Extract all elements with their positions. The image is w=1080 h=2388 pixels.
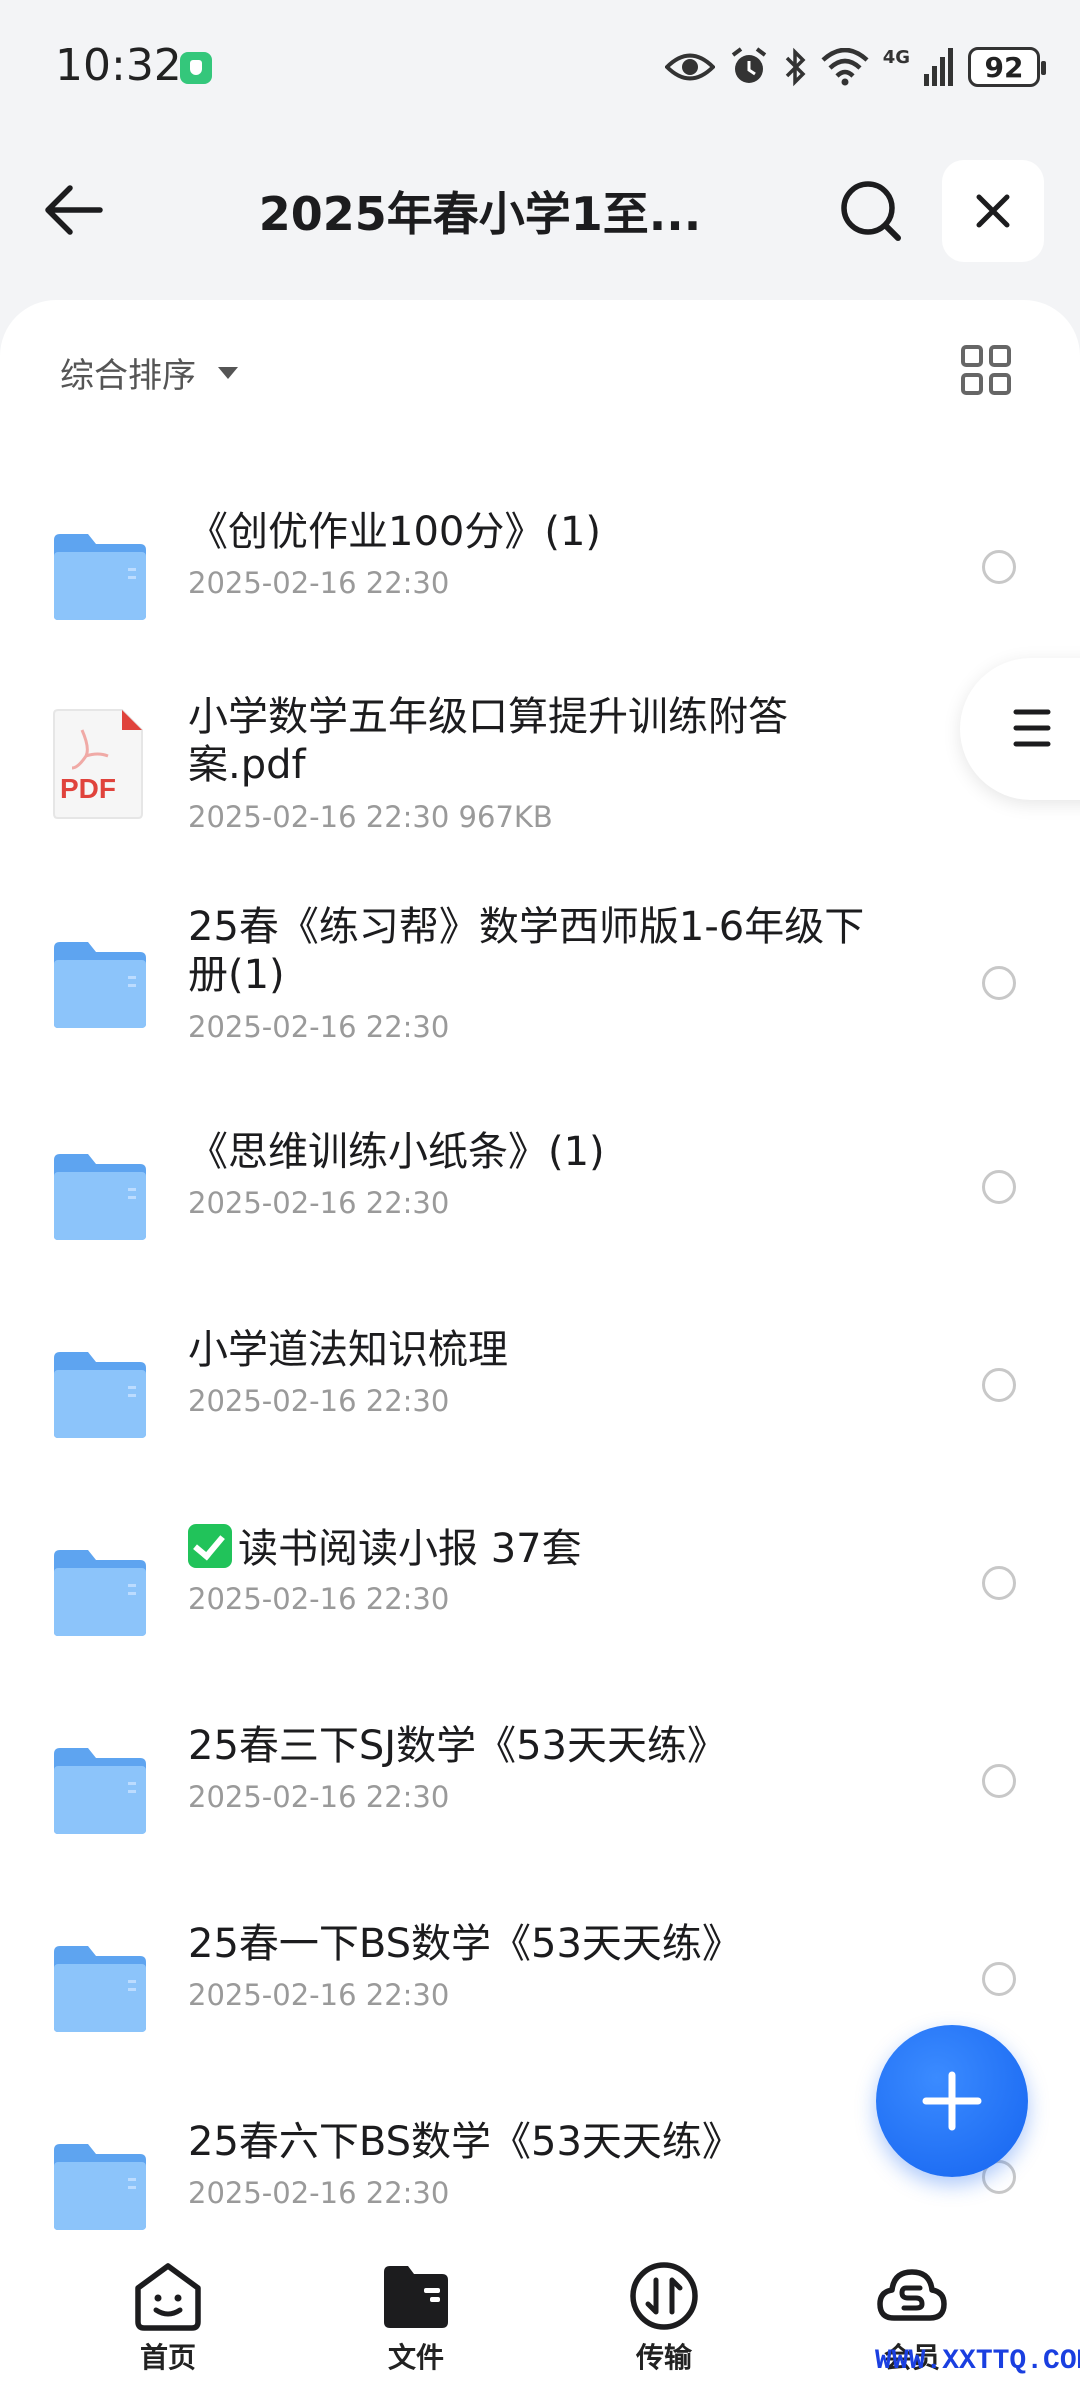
grid-view-button[interactable] xyxy=(960,344,1012,396)
close-icon xyxy=(976,194,1010,228)
close-button[interactable] xyxy=(942,160,1044,262)
eye-icon xyxy=(664,53,715,81)
search-icon xyxy=(841,181,901,241)
file-name: 《创优作业100分》(1) xyxy=(188,509,602,555)
header: 2025年春小学1至... xyxy=(0,150,1080,270)
list-item[interactable]: 小学道法知识梳理 2025-02-16 22:30 xyxy=(0,1326,1080,1466)
back-button[interactable] xyxy=(40,180,120,240)
folder-icon xyxy=(54,1946,146,2032)
file-name: 《思维训练小纸条》(1) xyxy=(188,1129,605,1175)
nav-label: 文件 xyxy=(387,2341,444,2374)
folder-icon xyxy=(54,1154,146,1240)
file-meta: 2025-02-16 22:30 xyxy=(188,1384,450,1418)
file-name: 读书阅读小报 37套 xyxy=(238,1526,582,1572)
list-item[interactable]: PDF 小学数学五年级口算提升训练附答案.pdf 2025-02-16 22:3… xyxy=(0,694,1080,848)
search-button[interactable] xyxy=(838,178,904,244)
file-meta: 2025-02-16 22:30 xyxy=(188,2176,450,2210)
folder-icon xyxy=(54,2144,146,2230)
folder-icon xyxy=(380,2260,452,2332)
file-name: 25春六下BS数学《53天天练》 xyxy=(188,2119,742,2165)
file-name: 小学道法知识梳理 xyxy=(188,1327,508,1373)
nav-label: 首页 xyxy=(139,2341,196,2374)
select-checkbox[interactable] xyxy=(982,966,1016,1000)
file-name: 25春一下BS数学《53天天练》 xyxy=(188,1921,742,1967)
signal-icon xyxy=(924,48,953,86)
sort-label: 综合排序 xyxy=(60,356,196,396)
list-item[interactable]: 读书阅读小报 37套 2025-02-16 22:30 xyxy=(0,1524,1080,1664)
page-title: 2025年春小学1至... xyxy=(258,187,702,241)
nav-item-home[interactable]: 首页 xyxy=(88,2260,248,2376)
status-icons: 4G 92 xyxy=(664,44,1046,90)
alarm-icon xyxy=(731,47,766,83)
select-checkbox[interactable] xyxy=(982,550,1016,584)
list-item[interactable]: 《创优作业100分》(1) 2025-02-16 22:30 xyxy=(0,508,1080,648)
status-bar: 10:32 4G 92 xyxy=(0,0,1080,130)
file-name: 25春三下SJ数学《53天天练》 xyxy=(188,1723,727,1769)
file-meta: 2025-02-16 22:30 967KB xyxy=(188,800,553,834)
list-item[interactable]: 25春三下SJ数学《53天天练》 2025-02-16 22:30 xyxy=(0,1722,1080,1862)
select-checkbox[interactable] xyxy=(982,1368,1016,1402)
battery-indicator: 92 xyxy=(968,47,1046,87)
status-time: 10:32 xyxy=(55,40,182,91)
network-label: 4G xyxy=(882,46,910,68)
cloud-vip-icon xyxy=(876,2260,948,2332)
svg-text:PDF: PDF xyxy=(60,773,116,804)
file-panel: 综合排序 《创优作业100分》(1) 2025-02-16 22:30 PDF … xyxy=(0,300,1080,2240)
nav-label: 传输 xyxy=(635,2341,692,2374)
bluetooth-icon xyxy=(785,47,806,87)
select-checkbox[interactable] xyxy=(982,1962,1016,1996)
file-meta: 2025-02-16 22:30 xyxy=(188,1780,450,1814)
battery-level: 92 xyxy=(984,50,1024,84)
green-check-icon xyxy=(188,1524,232,1568)
wifi-icon xyxy=(821,48,869,86)
file-meta: 2025-02-16 22:30 xyxy=(188,1010,450,1044)
file-meta: 2025-02-16 22:30 xyxy=(188,1186,450,1220)
file-name-row: 读书阅读小报 37套 xyxy=(188,1524,888,1573)
folder-icon xyxy=(54,1352,146,1438)
grid-icon xyxy=(961,345,1011,395)
pdf-file-icon: PDF xyxy=(53,709,143,819)
nav-item-transfer[interactable]: 传输 xyxy=(584,2260,744,2376)
caret-down-icon xyxy=(218,366,238,379)
folder-icon xyxy=(54,942,146,1028)
home-smile-icon xyxy=(132,2260,204,2332)
back-arrow-icon xyxy=(45,185,103,235)
folder-icon xyxy=(54,534,146,620)
file-meta: 2025-02-16 22:30 xyxy=(188,566,450,600)
watermark: WWW.XXTTQ.COM xyxy=(875,2346,1080,2377)
sort-dropdown[interactable]: 综合排序 xyxy=(60,348,238,397)
add-button[interactable] xyxy=(876,2025,1028,2177)
select-checkbox[interactable] xyxy=(982,1764,1016,1798)
select-checkbox[interactable] xyxy=(982,1566,1016,1600)
file-meta: 2025-02-16 22:30 xyxy=(188,1978,450,2012)
menu-icon xyxy=(1013,709,1051,747)
file-meta: 2025-02-16 22:30 xyxy=(188,1582,450,1616)
nav-item-files[interactable]: 文件 xyxy=(336,2260,496,2376)
list-item[interactable]: 《思维训练小纸条》(1) 2025-02-16 22:30 xyxy=(0,1128,1080,1268)
folder-icon xyxy=(54,1748,146,1834)
list-item[interactable]: 25春《练习帮》数学西师版1-6年级下册(1) 2025-02-16 22:30 xyxy=(0,904,1080,1058)
plus-icon xyxy=(922,2071,982,2131)
transfer-icon xyxy=(628,2260,700,2332)
file-name: 小学数学五年级口算提升训练附答案.pdf xyxy=(188,694,788,788)
folder-icon xyxy=(54,1550,146,1636)
select-checkbox[interactable] xyxy=(982,1170,1016,1204)
shield-icon xyxy=(180,52,212,84)
file-name: 25春《练习帮》数学西师版1-6年级下册(1) xyxy=(188,904,865,998)
